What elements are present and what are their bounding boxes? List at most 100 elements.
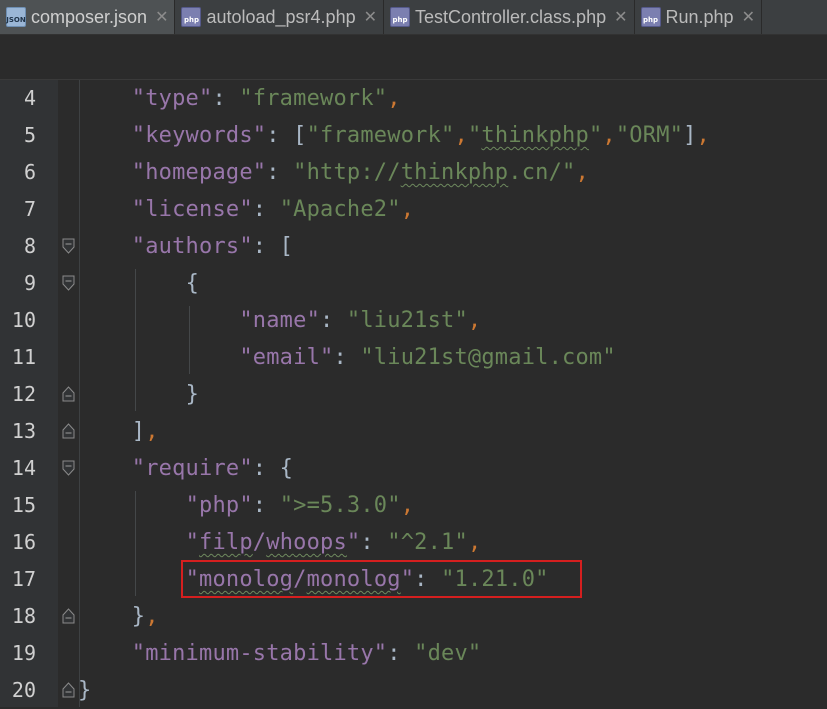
fold-open-icon[interactable] [62,275,75,291]
highlight-annotation-box [181,560,582,598]
token-punc: , [454,123,468,148]
code-editor[interactable]: 4 "type": "framework", 5 "keywords": ["fr… [0,80,827,707]
token-str: "thinkphp" [467,123,603,148]
token-plain: : [387,641,415,666]
code-text: } [78,672,91,709]
token-key: "name" [239,308,321,333]
tab-testcontroller-class-php[interactable]: php TestController.class.php ✕ [384,0,635,34]
tab-autoload-psr4-php[interactable]: php autoload_psr4.php ✕ [175,0,384,34]
token-plain: : { [252,456,294,481]
token-str: "^2.1" [387,530,468,555]
php-file-icon: php [640,7,661,27]
token-str: "liu21st" [346,308,468,333]
code-line[interactable]: 15 "php": ">=5.3.0", [0,487,827,524]
line-number: 8 [23,234,36,258]
line-number: 17 [11,567,36,591]
token-plain: : [ [266,123,307,148]
token-key: "license" [131,197,253,222]
token-str: "liu21st@gmail.com" [360,345,616,370]
close-icon[interactable]: ✕ [742,7,755,27]
code-line[interactable]: 14 "require": { [0,450,827,487]
token-str: "dev" [414,641,482,666]
code-text: "require": { [78,450,293,487]
code-text: { [78,265,199,302]
code-line[interactable]: 18 }, [0,598,827,635]
token-str: "framework" [239,86,388,111]
token-plain: } [78,678,92,703]
token-str: "http://thinkphp.cn/" [293,160,576,185]
code-text: "authors": [ [78,228,293,265]
token-key: "filp/whoops" [185,530,361,555]
line-number: 18 [11,604,36,628]
close-icon[interactable]: ✕ [614,7,627,27]
code-line[interactable]: 13 ], [0,413,827,450]
line-number: 7 [23,197,36,221]
token-punc: , [575,160,589,185]
code-text: "homepage": "http://thinkphp.cn/", [78,154,589,191]
token-punc: , [400,197,415,222]
token-punc: , [145,604,159,629]
line-number: 13 [11,419,36,443]
code-line[interactable]: 6 "homepage": "http://thinkphp.cn/", [0,154,827,191]
token-plain: : [252,493,280,518]
token-plain: { [185,271,200,296]
line-number: 11 [11,345,36,369]
close-icon[interactable]: ✕ [364,7,377,27]
token-key: "require" [131,456,253,481]
code-line[interactable]: 4 "type": "framework", [0,80,827,117]
tab-composer-json[interactable]: JSON composer.json ✕ [0,0,176,34]
token-key: "keywords" [131,123,267,148]
code-text: } [78,376,199,413]
tab-run-php[interactable]: php Run.php ✕ [635,0,762,34]
line-number: 15 [11,493,36,517]
code-text: "license": "Apache2", [78,191,414,228]
code-line[interactable]: 8 "authors": [ [0,228,827,265]
token-punc: , [467,308,482,333]
code-text: "minimum-stability": "dev" [78,635,481,672]
token-key: "homepage" [131,160,267,185]
token-key: "php" [185,493,253,518]
code-text: "filp/whoops": "^2.1", [78,524,482,561]
fold-close-icon[interactable] [62,682,75,698]
code-text: "type": "framework", [78,80,401,117]
token-plain: : [360,530,388,555]
token-key: "minimum-stability" [131,641,388,666]
fold-open-icon[interactable] [62,460,75,476]
code-line[interactable]: 10 "name": "liu21st", [0,302,827,339]
close-icon[interactable]: ✕ [155,7,168,27]
fold-open-icon[interactable] [62,238,75,254]
code-text: "keywords": ["framework","thinkphp","ORM… [78,117,710,154]
line-number: 5 [23,123,36,147]
fold-close-icon[interactable] [62,608,75,624]
json-file-icon: JSON [6,7,26,27]
token-plain: : [212,86,240,111]
breadcrumb-strip [0,35,827,80]
fold-close-icon[interactable] [62,423,75,439]
token-punc: , [467,530,482,555]
token-punc: , [387,86,401,111]
code-text: "name": "liu21st", [78,302,481,339]
token-punc: , [145,419,159,444]
line-number: 4 [23,86,36,110]
code-line[interactable]: 9 { [0,265,827,302]
tab-label: Run.php [665,6,734,27]
code-line[interactable]: 12 } [0,376,827,413]
code-line[interactable]: 19 "minimum-stability": "dev" [0,635,827,672]
fold-close-icon[interactable] [62,386,75,402]
code-line[interactable]: 11 "email": "liu21st@gmail.com" [0,339,827,376]
php-file-icon: php [390,7,410,27]
token-plain: ] [683,123,697,148]
code-line[interactable]: 5 "keywords": ["framework","thinkphp","O… [0,117,827,154]
token-plain: } [131,604,146,629]
code-text: }, [78,598,159,635]
indent-guide [135,269,136,411]
token-plain: : [252,197,280,222]
code-line[interactable]: 7 "license": "Apache2", [0,191,827,228]
code-line[interactable]: 16 "filp/whoops": "^2.1", [0,524,827,561]
tab-label: TestController.class.php [415,6,607,27]
token-str: "ORM" [615,123,684,148]
indent-guide [188,306,190,374]
token-str: "Apache2" [279,197,401,222]
line-number: 6 [23,160,36,184]
code-line[interactable]: 20} [0,672,827,709]
